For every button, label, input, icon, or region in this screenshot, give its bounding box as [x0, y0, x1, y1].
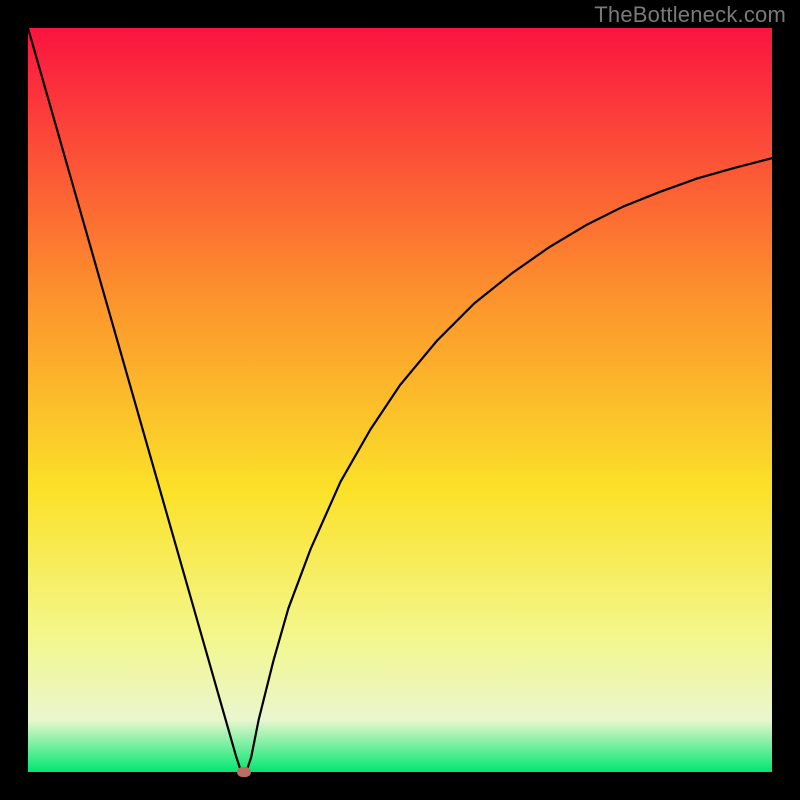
optimal-point-marker	[237, 767, 251, 777]
chart-frame: TheBottleneck.com	[0, 0, 800, 800]
plot-area	[28, 28, 772, 772]
gradient-background	[28, 28, 772, 772]
attribution-text: TheBottleneck.com	[594, 2, 786, 28]
plot-svg	[28, 28, 772, 772]
